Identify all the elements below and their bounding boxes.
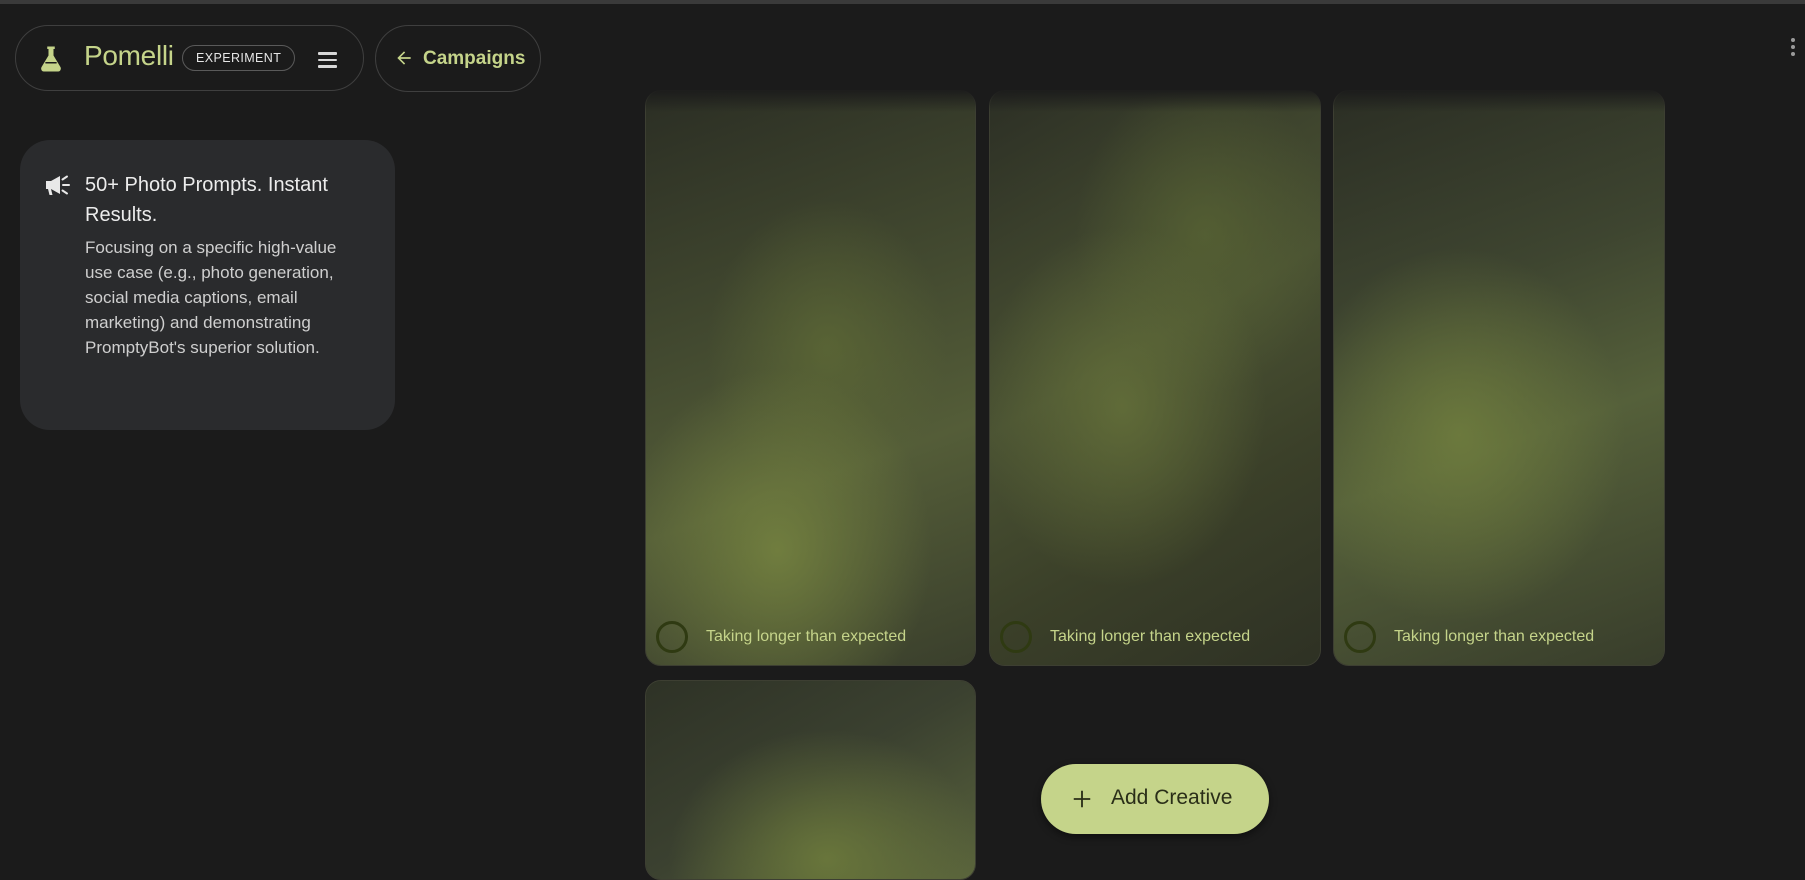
experiment-badge: EXPERIMENT [182,45,296,71]
arrow-left-icon [397,51,411,65]
back-to-campaigns-button[interactable]: Campaigns [375,25,541,92]
creative-status-text: Taking longer than expected [706,628,907,645]
loading-ring-icon [656,621,688,653]
add-creative-button[interactable]: Add Creative [1041,764,1269,834]
creative-status-text: Taking longer than expected [1394,628,1595,645]
flask-icon [41,46,61,72]
creative-placeholder [646,681,975,879]
loading-ring-icon [1000,621,1032,653]
info-card-title: 50+ Photo Prompts. Instant Results. [85,174,328,226]
creative-card[interactable]: Taking longer than expected [989,90,1321,666]
creative-card[interactable] [645,680,976,880]
more-vertical-icon[interactable] [1788,38,1798,62]
creative-status: Taking longer than expected [1344,619,1594,655]
creative-status: Taking longer than expected [1000,619,1250,655]
app-name: Pomelli [84,40,174,71]
creative-placeholder [646,91,975,665]
creative-placeholder [1334,91,1664,665]
add-creative-label: Add Creative [1111,786,1233,809]
plus-icon [1073,790,1091,808]
info-card-body: Focusing on a specific high-value use ca… [85,238,337,357]
creative-placeholder [990,91,1320,665]
info-card: 50+ Photo Prompts. Instant Results. Focu… [20,140,395,430]
creative-status: Taking longer than expected [656,619,906,655]
browser-top-border [0,0,1805,4]
creative-card[interactable]: Taking longer than expected [645,90,976,666]
creative-status-text: Taking longer than expected [1050,628,1251,645]
campaigns-label: Campaigns [423,48,526,69]
header-scroll-shadow [600,90,1700,112]
creative-card[interactable]: Taking longer than expected [1333,90,1665,666]
loading-ring-icon [1344,621,1376,653]
brand-header: Pomelli EXPERIMENT [15,25,364,91]
megaphone-icon [46,175,70,195]
hamburger-menu-icon[interactable] [314,46,340,72]
